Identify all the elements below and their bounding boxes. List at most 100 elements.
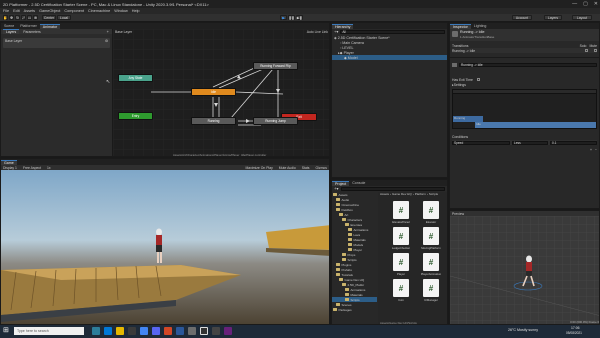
csharp-script-icon[interactable]: # xyxy=(423,227,439,245)
tree-label: Tutorials xyxy=(341,272,353,277)
pivot-toggle[interactable]: Center xyxy=(42,15,56,20)
breadcrumb-item[interactable]: Platform xyxy=(415,192,426,196)
tree-label: Game Dev HQ xyxy=(344,277,365,282)
hierarchy-search-input[interactable]: All xyxy=(340,29,445,34)
app-icon[interactable] xyxy=(176,327,184,335)
running-jump-node[interactable]: Running Jump xyxy=(253,117,298,125)
clock-date[interactable]: 05/08/2021 xyxy=(566,331,582,335)
solo-checkbox[interactable] xyxy=(585,49,588,52)
tab-game[interactable]: Game xyxy=(1,159,17,165)
hierarchy-item-selected[interactable]: ◆ Model xyxy=(332,55,447,60)
animator-graph[interactable]: Base Layer Auto Live Link Any State Entr… xyxy=(113,29,329,156)
maximize-on-play-toggle[interactable]: Maximize On Play xyxy=(245,166,272,170)
condition-parameter-select[interactable]: Speed xyxy=(452,140,510,145)
entry-node[interactable]: Entry xyxy=(118,112,153,120)
rotate-tool-icon[interactable]: ↻ xyxy=(15,15,20,20)
running-node[interactable]: Running xyxy=(191,117,236,125)
csharp-script-icon[interactable]: # xyxy=(423,279,439,297)
csharp-script-icon[interactable]: # xyxy=(393,279,409,297)
pause-icon[interactable]: ❚❚ xyxy=(288,15,295,20)
csharp-script-icon[interactable]: # xyxy=(423,253,439,271)
tree-label: Animations xyxy=(350,287,366,292)
preview-viewport[interactable]: 0:00 (000.0%) Frame 0 xyxy=(450,216,599,324)
play-icon[interactable]: ▶ xyxy=(280,15,287,20)
scale-slider[interactable]: 1x xyxy=(47,166,51,170)
transform-tool-icon[interactable]: ⊕ xyxy=(33,15,38,20)
close-button[interactable]: ✕ xyxy=(594,1,598,7)
mute-audio-toggle[interactable]: Mute Audio xyxy=(279,166,296,170)
has-exit-time-checkbox[interactable] xyxy=(476,78,480,81)
condition-value-field[interactable]: 0.1 xyxy=(550,140,597,145)
menu-file[interactable]: File xyxy=(3,9,9,13)
app-icon[interactable] xyxy=(164,327,172,335)
tab-layers[interactable]: Layers xyxy=(3,29,20,34)
app-icon[interactable] xyxy=(212,327,220,335)
maximize-button[interactable]: ▢ xyxy=(583,1,588,7)
csharp-script-icon[interactable]: # xyxy=(393,253,409,271)
menu-edit[interactable]: Edit xyxy=(13,9,20,13)
remove-condition-icon[interactable]: − xyxy=(595,148,597,152)
rect-tool-icon[interactable]: ▭ xyxy=(27,15,32,20)
display-dropdown[interactable]: Display 1 xyxy=(3,166,17,170)
breadcrumb-item[interactable]: Assets xyxy=(380,192,389,196)
store-icon[interactable] xyxy=(128,327,136,335)
menu-cinemachine[interactable]: Cinemachine xyxy=(88,9,110,13)
windows-start-icon[interactable]: ⊞ xyxy=(3,327,11,335)
stats-toggle[interactable]: Stats xyxy=(302,166,310,170)
tree-label: Assets xyxy=(338,192,348,197)
breadcrumb-item[interactable]: Scripts xyxy=(429,192,438,196)
clock-time[interactable]: 17:06 xyxy=(571,326,580,330)
tab-console[interactable]: Console xyxy=(349,181,368,187)
move-tool-icon[interactable]: ✥ xyxy=(9,15,14,20)
menu-gameobject[interactable]: GameObject xyxy=(39,9,60,13)
preview-info: 0:00 (000.0%) Frame 0 xyxy=(570,320,599,324)
unity-icon[interactable] xyxy=(200,327,208,335)
menu-window[interactable]: Window xyxy=(114,9,128,13)
csharp-script-icon[interactable]: # xyxy=(393,227,409,245)
csharp-script-icon[interactable]: # xyxy=(393,201,409,219)
transition-list-item[interactable]: Running -> Idle xyxy=(452,48,597,53)
project-search-input[interactable] xyxy=(340,186,445,191)
unity-hub-icon[interactable] xyxy=(188,327,196,335)
gizmos-toggle[interactable]: Gizmos xyxy=(316,166,328,170)
weather-widget[interactable]: 26°C Mostly sunny xyxy=(508,328,538,332)
minimize-button[interactable]: — xyxy=(572,1,577,7)
hand-tool-icon[interactable]: ✋ xyxy=(3,15,8,20)
breadcrumb-item[interactable]: Game Dev HQ xyxy=(392,192,412,196)
add-asset-icon[interactable]: +▾ xyxy=(334,186,339,191)
layout-dropdown[interactable]: Layout xyxy=(572,15,592,20)
discord-icon[interactable] xyxy=(152,327,160,335)
tree-item[interactable]: Packages xyxy=(332,307,377,312)
menu-assets[interactable]: Assets xyxy=(24,9,35,13)
transition-name-field[interactable]: Running -> Idle xyxy=(459,62,597,67)
running-forward-flip-node[interactable]: Running Forward Flip xyxy=(253,62,298,70)
edge-icon[interactable] xyxy=(104,327,112,335)
layer-item-base[interactable]: Base Layer ⚙ xyxy=(3,38,110,48)
add-condition-icon[interactable]: + xyxy=(590,148,592,152)
tab-parameters[interactable]: Parameters xyxy=(23,30,41,34)
menu-help[interactable]: Help xyxy=(132,9,140,13)
layers-dropdown[interactable]: Layers xyxy=(544,15,562,20)
aspect-dropdown[interactable]: Free Aspect xyxy=(23,166,41,170)
transition-timeline[interactable]: Running Idle xyxy=(452,89,597,129)
any-state-node[interactable]: Any State xyxy=(118,74,153,82)
taskbar-search-input[interactable]: Type here to search xyxy=(14,327,84,335)
idle-node[interactable]: Idle xyxy=(191,88,236,96)
add-object-icon[interactable]: +▾ xyxy=(334,29,338,34)
game-viewport[interactable] xyxy=(1,170,329,324)
add-layer-icon[interactable]: + xyxy=(107,29,109,34)
menu-component[interactable]: Component xyxy=(64,9,84,13)
settings-foldout[interactable]: ▸ Settings xyxy=(452,82,597,87)
account-dropdown[interactable]: Account xyxy=(512,15,532,20)
task-view-icon[interactable] xyxy=(92,327,100,335)
visual-studio-icon[interactable] xyxy=(224,327,232,335)
file-explorer-icon[interactable] xyxy=(116,327,124,335)
step-icon[interactable]: ▶❚ xyxy=(296,15,303,20)
scale-tool-icon[interactable]: ⤢ xyxy=(21,15,26,20)
space-toggle[interactable]: Local xyxy=(57,15,71,20)
csharp-script-icon[interactable]: # xyxy=(423,201,439,219)
gear-icon[interactable]: ⚙ xyxy=(105,39,108,43)
mute-checkbox[interactable] xyxy=(594,49,597,52)
condition-operator-select[interactable]: Less xyxy=(512,140,548,145)
chrome-icon[interactable] xyxy=(140,327,148,335)
